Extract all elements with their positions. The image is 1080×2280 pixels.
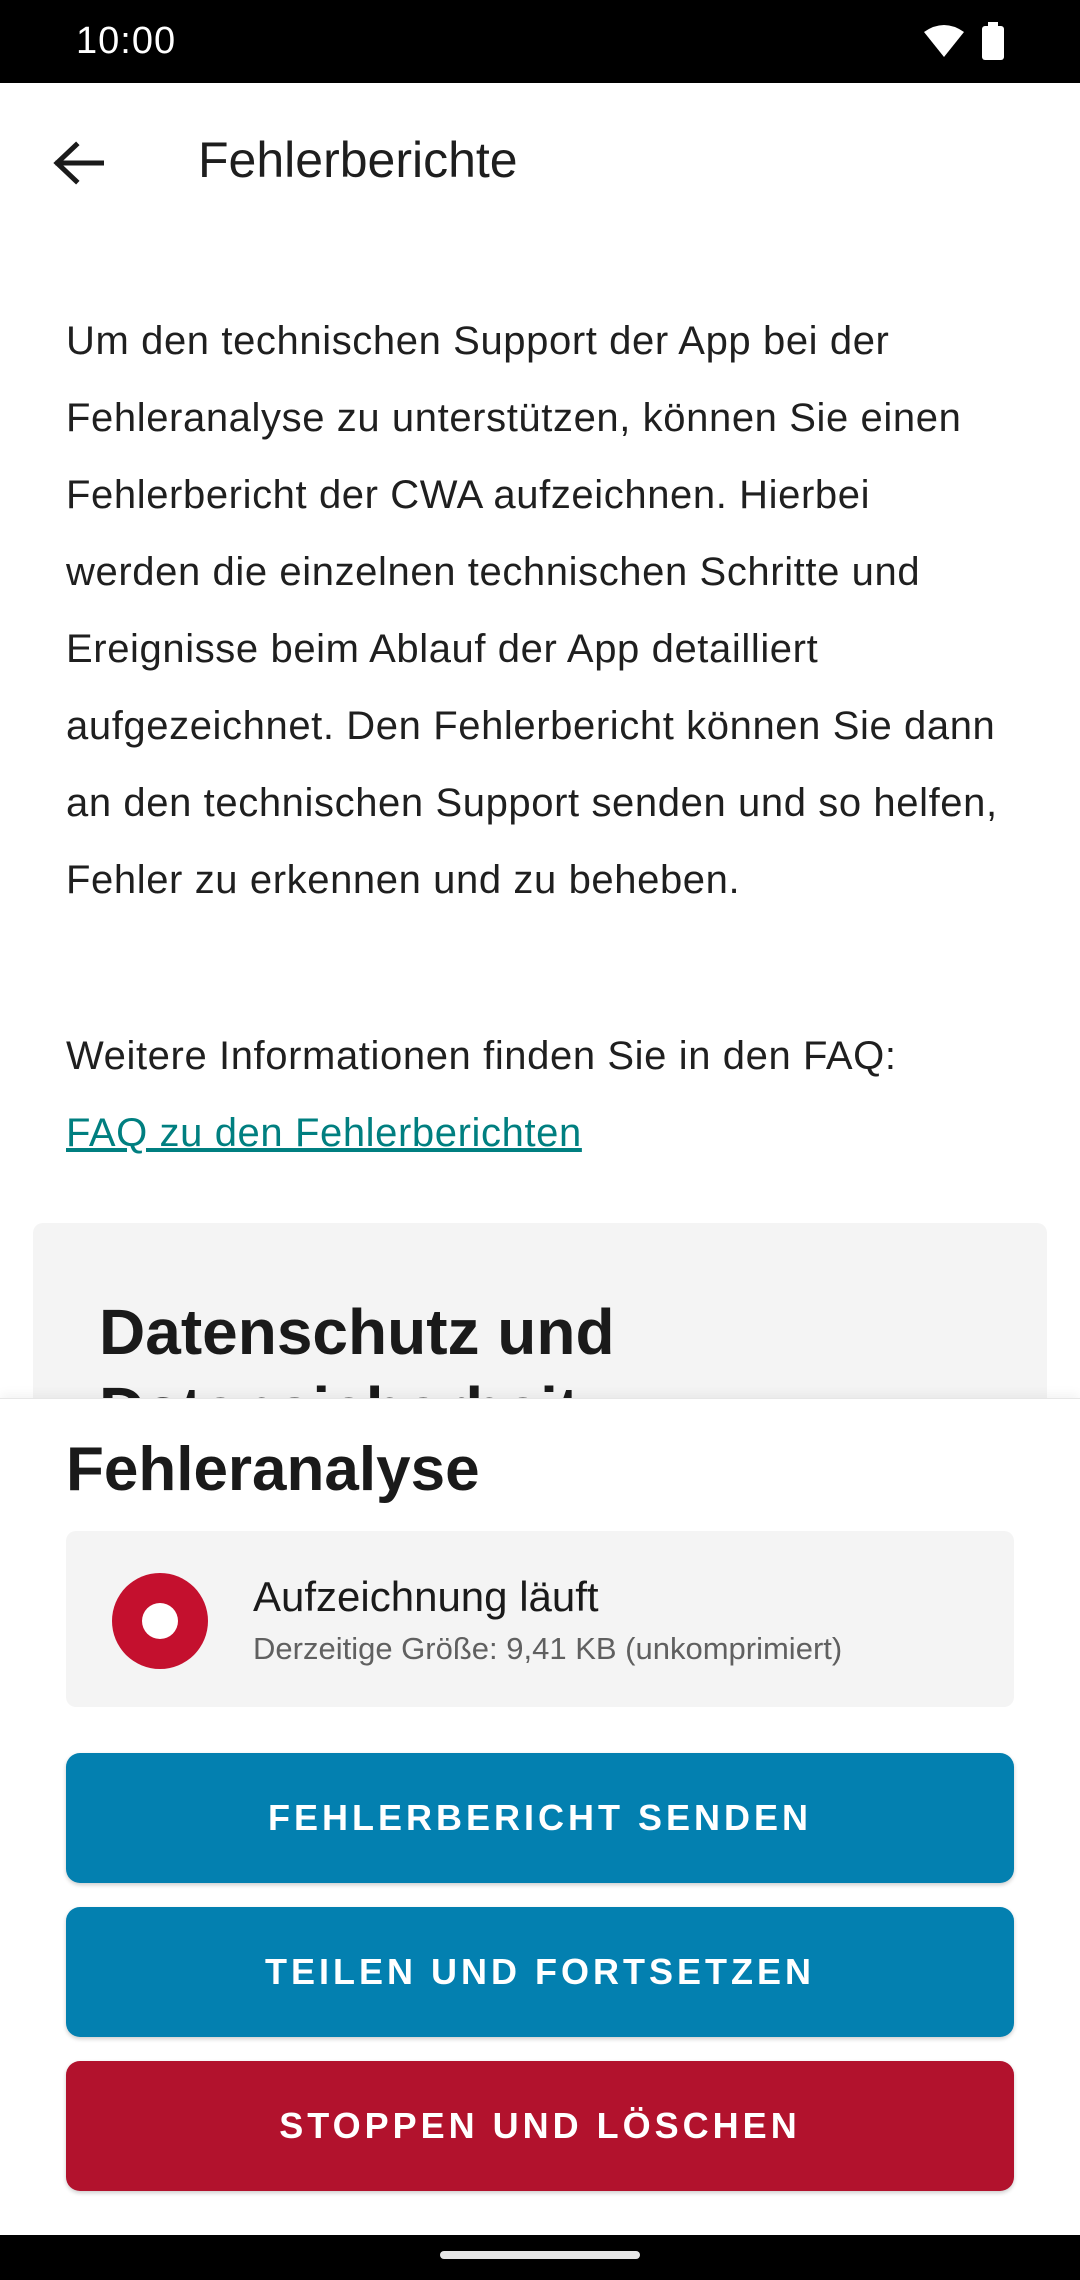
- intro-text: Um den technischen Support der App bei d…: [66, 319, 998, 902]
- status-bar: 10:00: [0, 0, 1080, 83]
- home-handle[interactable]: [440, 2251, 640, 2259]
- recording-size: Derzeitige Größe: 9,41 KB (unkomprimiert…: [253, 1631, 843, 1666]
- sheet-title: Fehleranalyse: [66, 1435, 480, 1504]
- battery-icon: [982, 22, 1004, 65]
- wifi-icon: [924, 24, 964, 63]
- arrow-back-icon: [52, 141, 104, 190]
- status-icons: [924, 22, 1004, 65]
- main-content[interactable]: Um den technischen Support der App bei d…: [0, 243, 1080, 1398]
- faq-link[interactable]: FAQ zu den Fehlerberichten: [66, 1111, 582, 1155]
- more-info-text: Weitere Informationen finden Sie in den …: [66, 1034, 897, 1078]
- recording-status-card: Aufzeichnung läuft Derzeitige Größe: 9,4…: [66, 1531, 1014, 1707]
- app-bar: Fehlerberichte: [0, 83, 1080, 243]
- stop-delete-button[interactable]: STOPPEN UND LÖSCHEN: [66, 2061, 1014, 2191]
- navigation-bar: [0, 2235, 1080, 2280]
- privacy-card: Datenschutz und Datensicherheit: [33, 1223, 1047, 1398]
- privacy-title: Datenschutz und Datensicherheit: [99, 1296, 615, 1398]
- recording-status: Aufzeichnung läuft: [253, 1573, 599, 1620]
- back-button[interactable]: [40, 128, 115, 203]
- share-continue-button[interactable]: TEILEN UND FORTSETZEN: [66, 1907, 1014, 2037]
- status-time: 10:00: [76, 20, 177, 62]
- bottom-sheet: Fehleranalyse Aufzeichnung läuft Derzeit…: [0, 1398, 1080, 2235]
- page-title: Fehlerberichte: [198, 132, 518, 188]
- recording-icon: [112, 1573, 208, 1669]
- send-report-button[interactable]: FEHLERBERICHT SENDEN: [66, 1753, 1014, 1883]
- more-info: Weitere Informationen finden Sie in den …: [66, 1018, 1016, 1172]
